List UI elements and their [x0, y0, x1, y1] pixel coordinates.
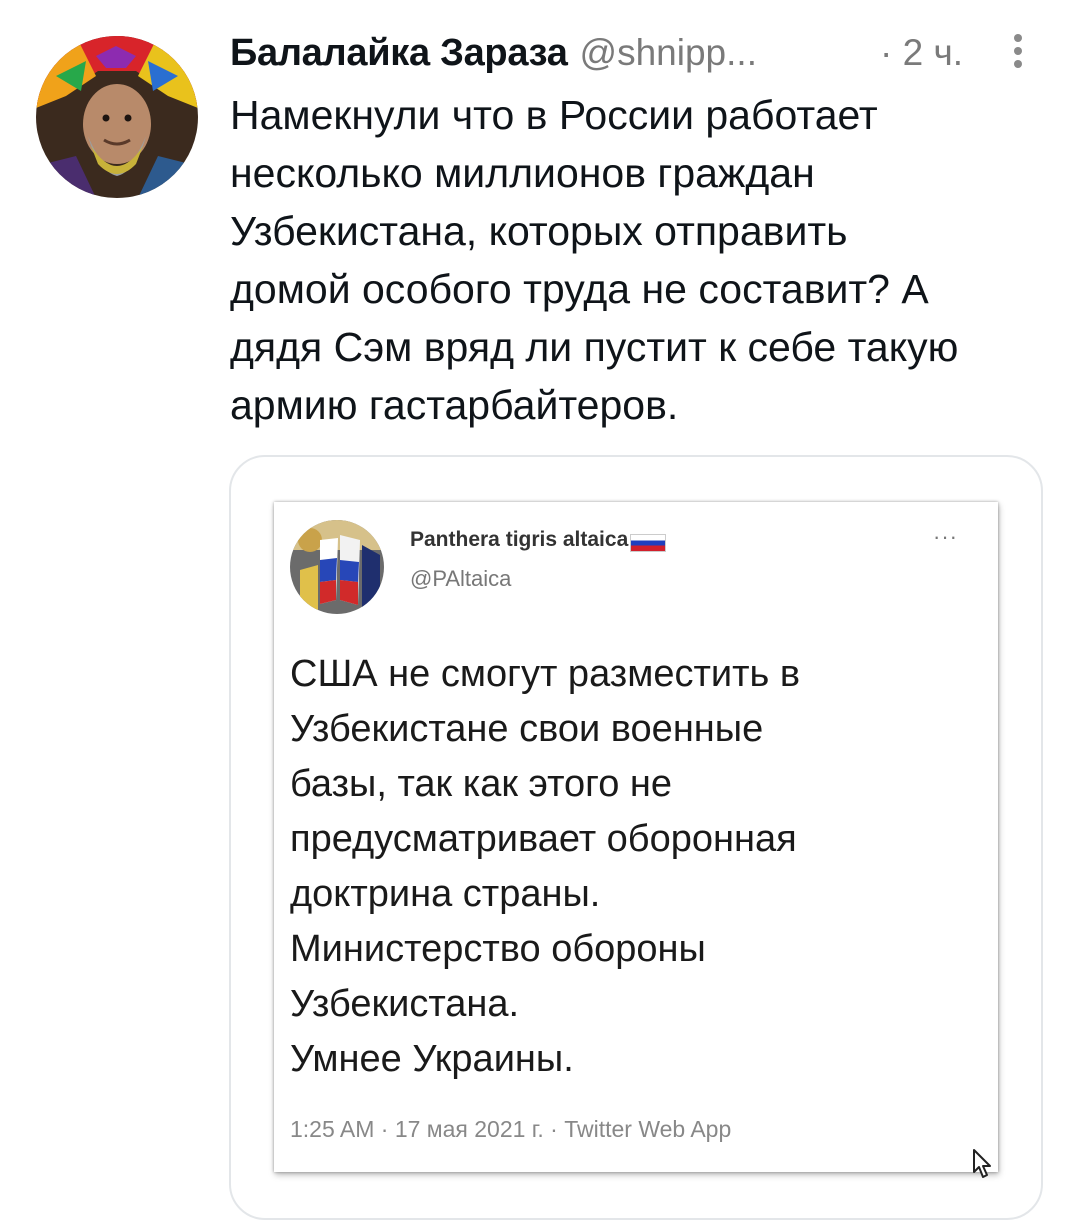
embedded-author-name-row: Panthera tigris altaica [410, 528, 667, 552]
author-avatar[interactable] [36, 36, 198, 198]
embedded-tweet-text: США не смогут разместить в Узбекистане с… [290, 653, 801, 1080]
embedded-more-icon: ··· [933, 524, 958, 549]
more-vertical-icon[interactable] [1008, 34, 1028, 74]
author-handle[interactable]: @shnipp... [580, 32, 757, 74]
tweet-header: Балалайка Зараза @shnipp... · 2 ч. [230, 28, 1050, 78]
embedded-author-handle: @PAltaica [410, 566, 512, 591]
mouse-cursor-icon [973, 1149, 991, 1178]
embedded-tweet-meta: 1:25 AM · 17 мая 2021 г. · Twitter Web A… [290, 1116, 732, 1142]
russia-flag-icon [630, 534, 667, 552]
tweet-time[interactable]: · 2 ч. [880, 32, 963, 74]
embedded-author-name: Panthera tigris altaica [410, 528, 629, 551]
embedded-author-avatar [290, 520, 384, 614]
tweet-text: Намекнули что в России работает нескольк… [230, 92, 959, 428]
embedded-tweet-screenshot[interactable]: Panthera tigris altaica @PAltaica ··· СШ… [274, 502, 998, 1172]
author-name[interactable]: Балалайка Зараза [230, 32, 568, 75]
